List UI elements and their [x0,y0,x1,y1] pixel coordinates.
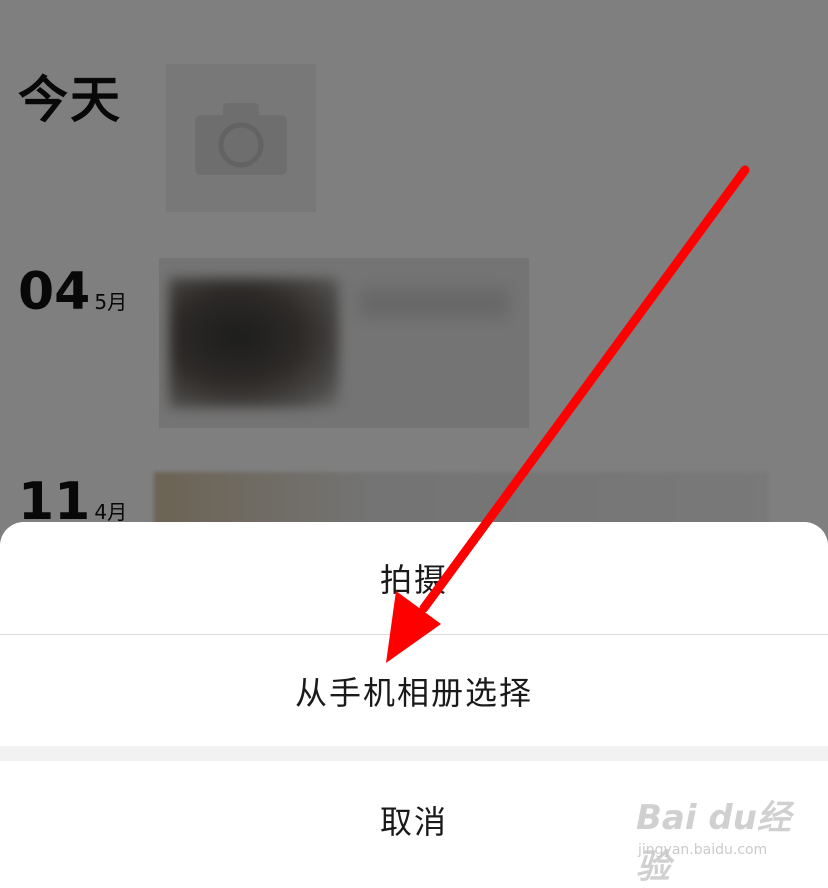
annotation-arrow-icon [386,165,750,663]
